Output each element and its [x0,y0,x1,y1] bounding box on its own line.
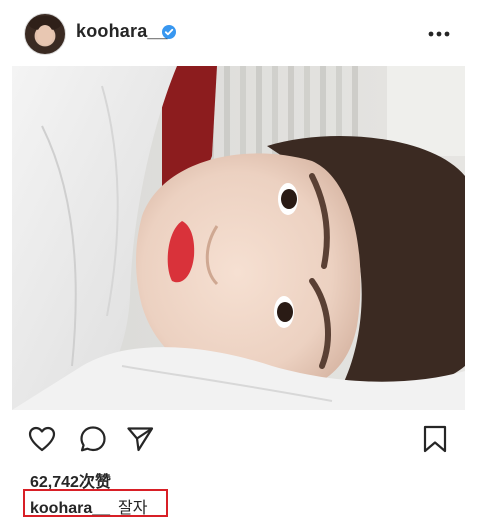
avatar-face [37,25,53,45]
avatar[interactable] [24,13,66,55]
caption: koohara__ 잘자 [30,494,148,518]
caption-username[interactable]: koohara__ [30,500,110,517]
verified-badge-icon [162,25,176,39]
bookmark-icon[interactable] [420,424,450,454]
post-header: koohara__ [0,0,500,66]
action-bar [0,420,500,460]
send-icon[interactable] [125,424,155,454]
heart-icon[interactable] [27,424,57,454]
caption-text: 잘자 [118,498,148,517]
selfie-image [12,66,465,410]
more-options-icon[interactable] [428,31,450,37]
username-link[interactable]: koohara__ [76,21,168,42]
comment-icon[interactable] [78,424,108,454]
post-photo[interactable] [12,66,465,410]
